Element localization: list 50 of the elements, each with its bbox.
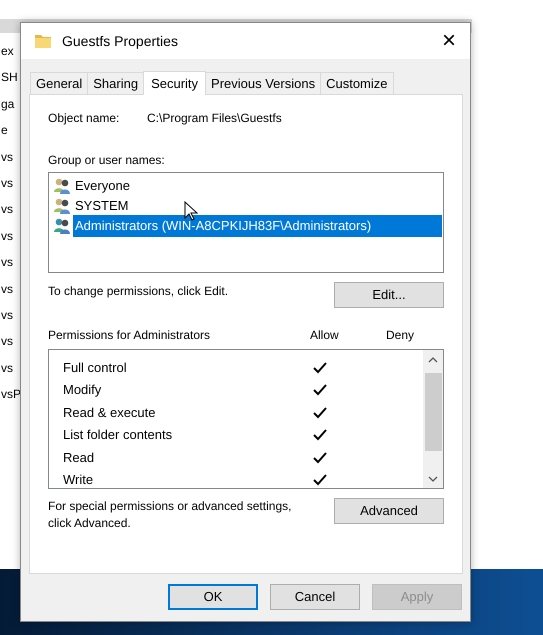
file-name[interactable]: vs xyxy=(1,354,13,382)
section-label: Permissions for Administrators xyxy=(48,327,212,344)
column-header: Deny xyxy=(386,327,414,344)
scrollbar[interactable] xyxy=(423,350,443,488)
ok-button[interactable]: OK xyxy=(168,584,258,610)
folder-icon xyxy=(34,32,52,50)
user-item[interactable]: Everyone xyxy=(73,175,132,197)
section-label: Group or user names: xyxy=(48,152,166,169)
hint-text: For special permissions or advanced settings, click Advanced. xyxy=(48,498,292,532)
file-name[interactable]: vs xyxy=(1,196,13,223)
file-name[interactable]: e xyxy=(1,117,8,144)
group-icon xyxy=(53,217,71,235)
scroll-thumb[interactable] xyxy=(424,373,442,451)
scroll-down-icon xyxy=(428,474,438,482)
scroll-up-icon xyxy=(428,356,438,364)
hint-text: To change permissions, click Edit. xyxy=(48,283,228,300)
file-name[interactable]: vs xyxy=(1,328,13,355)
permission-name: List folder contents xyxy=(63,426,174,444)
file-name[interactable]: SH xyxy=(1,64,18,91)
permission-name: Read xyxy=(63,448,96,466)
field-label: Object name: xyxy=(48,110,120,127)
users-icon xyxy=(53,177,71,195)
mouse-cursor-icon xyxy=(184,201,200,222)
users-icon xyxy=(53,197,71,215)
file-name[interactable]: vs xyxy=(1,249,13,276)
tab[interactable]: Security xyxy=(143,71,206,95)
permission-name: Read & execute xyxy=(63,404,157,422)
tab[interactable]: General xyxy=(30,72,88,94)
window-title: Guestfs Properties xyxy=(62,32,179,51)
tab[interactable]: Customize xyxy=(320,72,394,94)
file-name[interactable]: vsP xyxy=(1,381,22,408)
file-name[interactable]: vs xyxy=(1,222,13,250)
file-name[interactable]: ex xyxy=(1,38,14,64)
edit-button[interactable]: Edit... xyxy=(334,282,444,308)
file-name[interactable]: vs xyxy=(1,276,13,302)
user-item[interactable]: Administrators (WIN-A8CPKIJH83F\Administrators) xyxy=(73,215,442,237)
permission-name: Write xyxy=(63,471,94,489)
permission-name: Full control xyxy=(63,358,128,376)
user-item[interactable]: SYSTEM xyxy=(73,195,130,217)
dialog-button[interactable]: Cancel xyxy=(270,584,360,610)
object-path: C:\Program Files\Guestfs xyxy=(147,110,282,127)
advanced-button[interactable]: Advanced xyxy=(334,498,444,524)
permission-name: Modify xyxy=(63,381,102,399)
close-button[interactable]: × xyxy=(440,31,458,51)
tab[interactable]: Sharing xyxy=(87,72,144,94)
file-name[interactable]: ga xyxy=(1,90,14,118)
column-header: Allow xyxy=(310,327,340,344)
file-name[interactable]: vs xyxy=(1,144,13,170)
file-name[interactable]: vs xyxy=(1,170,13,196)
file-name[interactable]: vs xyxy=(1,302,13,328)
